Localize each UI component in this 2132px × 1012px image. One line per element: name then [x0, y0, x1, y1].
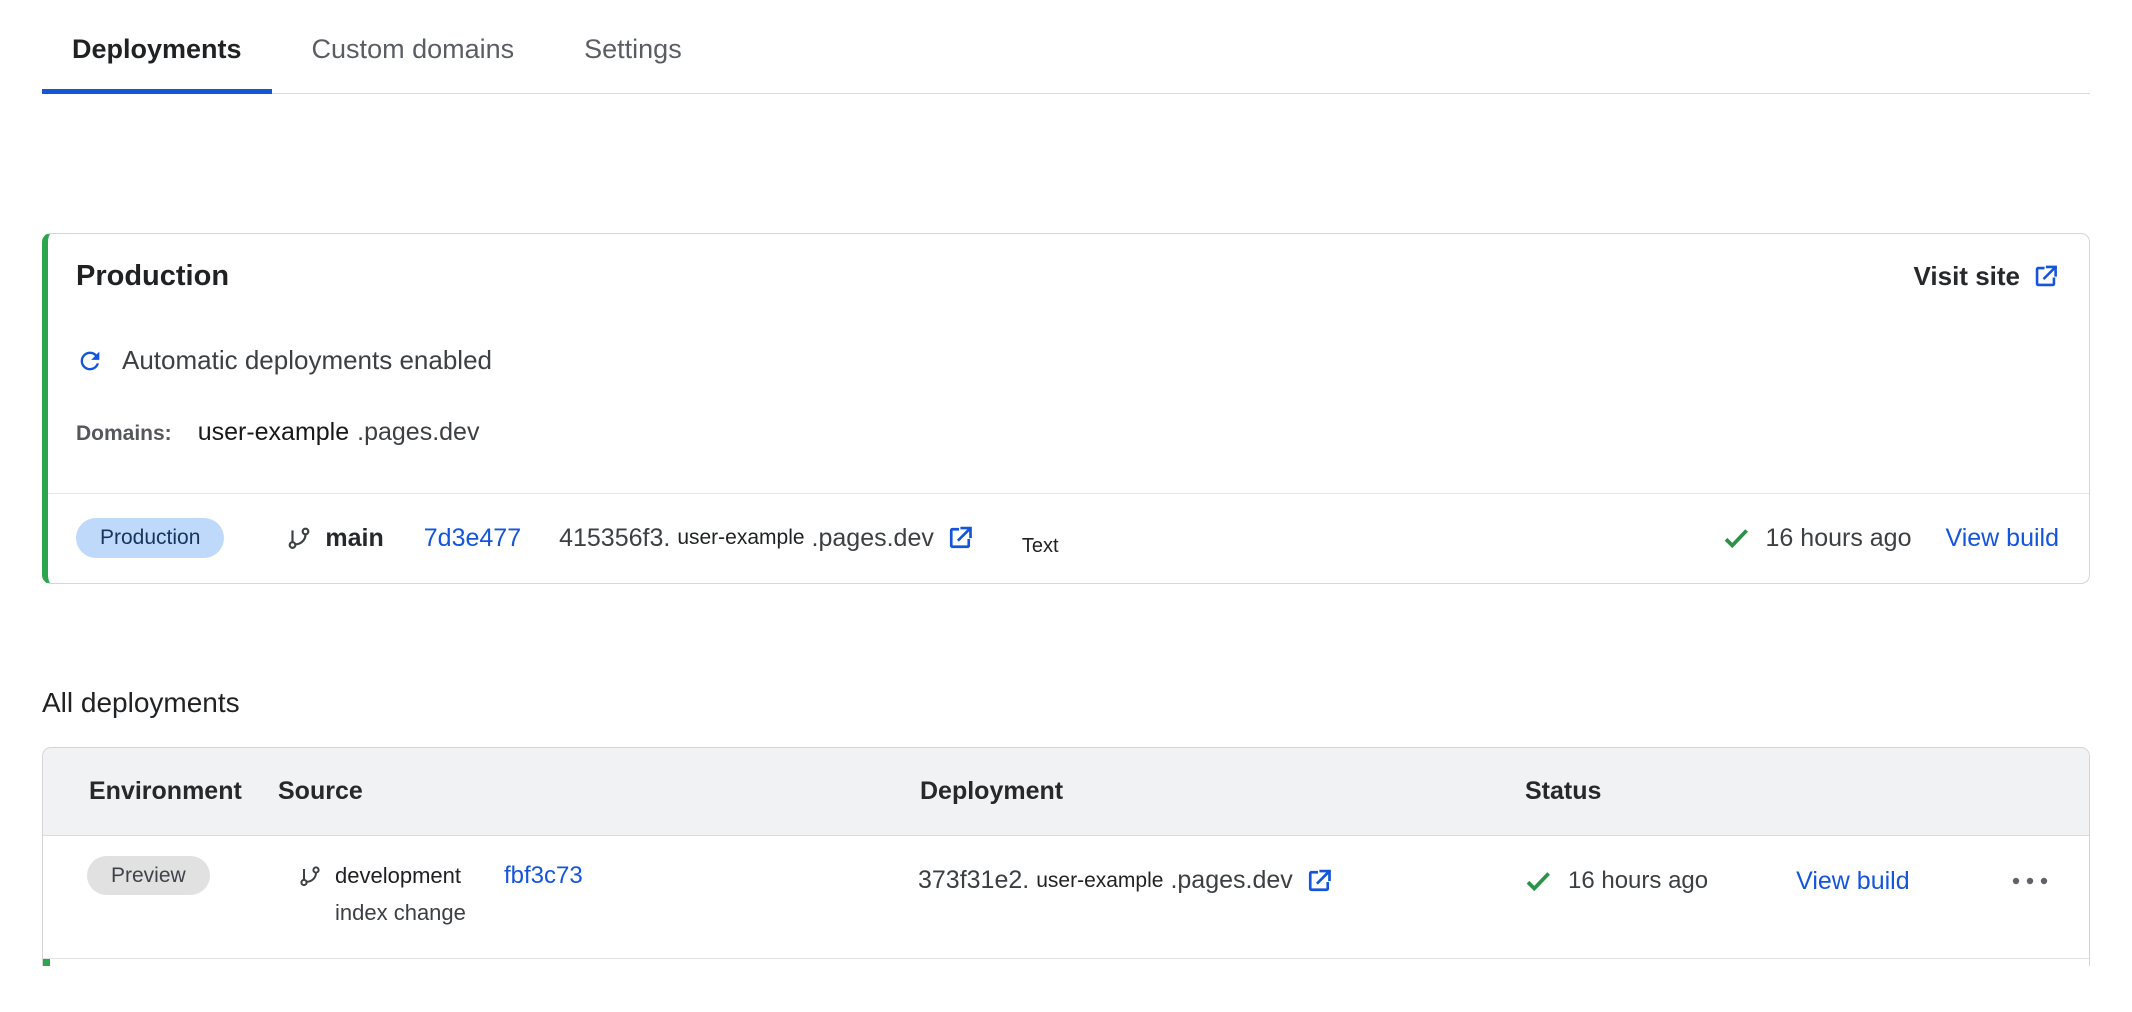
branch-name: development — [335, 863, 461, 889]
production-card-title: Production — [76, 260, 229, 293]
deployment-url-name: user-example — [677, 526, 804, 550]
external-link-icon — [2032, 263, 2059, 290]
visit-site-label: Visit site — [1914, 261, 2020, 292]
environment-badge-production: Production — [76, 518, 224, 558]
view-build-link[interactable]: View build — [1796, 867, 1910, 896]
domain-name: user-example — [198, 418, 349, 447]
commit-link[interactable]: fbf3c73 — [504, 862, 583, 890]
tab-settings[interactable]: Settings — [554, 0, 712, 93]
column-header-source: Source — [278, 777, 920, 806]
external-link-icon[interactable] — [946, 524, 974, 552]
view-build-link[interactable]: View build — [1945, 524, 2059, 553]
production-deployment-row: Production main 7d3e477 415356f3. user-e… — [48, 494, 2089, 583]
tab-custom-domains[interactable]: Custom domains — [282, 0, 545, 93]
table-row: Preview development fbf3c73 ind — [43, 836, 2089, 959]
column-header-status: Status — [1525, 777, 2089, 806]
git-branch-icon — [298, 864, 322, 888]
deployment-url-suffix: .pages.dev — [1170, 866, 1292, 895]
deployment-time: 16 hours ago — [1766, 524, 1912, 553]
column-header-environment: Environment — [89, 777, 278, 806]
deployment-time: 16 hours ago — [1568, 867, 1708, 895]
deployments-table: Environment Source Deployment Status Pre… — [42, 747, 2090, 959]
visit-site-link[interactable]: Visit site — [1914, 261, 2059, 292]
git-branch-icon — [286, 525, 312, 551]
deployment-url-hash: 373f31e2. — [918, 866, 1029, 895]
success-check-icon — [1523, 866, 1553, 896]
table-header: Environment Source Deployment Status — [43, 748, 2089, 836]
domain-suffix: .pages.dev — [357, 418, 479, 447]
tab-bar: Deployments Custom domains Settings — [42, 0, 2090, 94]
auto-deployments-text: Automatic deployments enabled — [122, 345, 492, 376]
all-deployments-title: All deployments — [42, 687, 2132, 719]
branch-name: main — [325, 524, 383, 553]
more-options-icon[interactable] — [2011, 876, 2051, 886]
commit-link[interactable]: 7d3e477 — [424, 524, 521, 553]
deployment-url: 415356f3. user-example .pages.dev — [559, 524, 974, 553]
success-check-icon — [1721, 523, 1751, 553]
tab-deployments[interactable]: Deployments — [42, 0, 272, 93]
production-row-edge — [43, 959, 50, 966]
domains-label: Domains: — [76, 422, 172, 446]
refresh-icon — [76, 347, 104, 375]
production-card: Production Visit site — [42, 233, 2090, 584]
external-link-icon[interactable] — [1305, 867, 1333, 895]
environment-badge-preview: Preview — [87, 856, 210, 895]
deployment-url-suffix: .pages.dev — [812, 524, 934, 553]
deployment-note: Text — [1022, 535, 1059, 558]
deployment-url-hash: 415356f3. — [559, 524, 670, 553]
deployment-url-name: user-example — [1036, 869, 1163, 893]
pages-deployments-page: Deployments Custom domains Settings Prod… — [0, 0, 2132, 1012]
column-header-deployment: Deployment — [920, 777, 1525, 806]
commit-message: index change — [335, 900, 918, 926]
next-row-partial — [42, 959, 2090, 966]
